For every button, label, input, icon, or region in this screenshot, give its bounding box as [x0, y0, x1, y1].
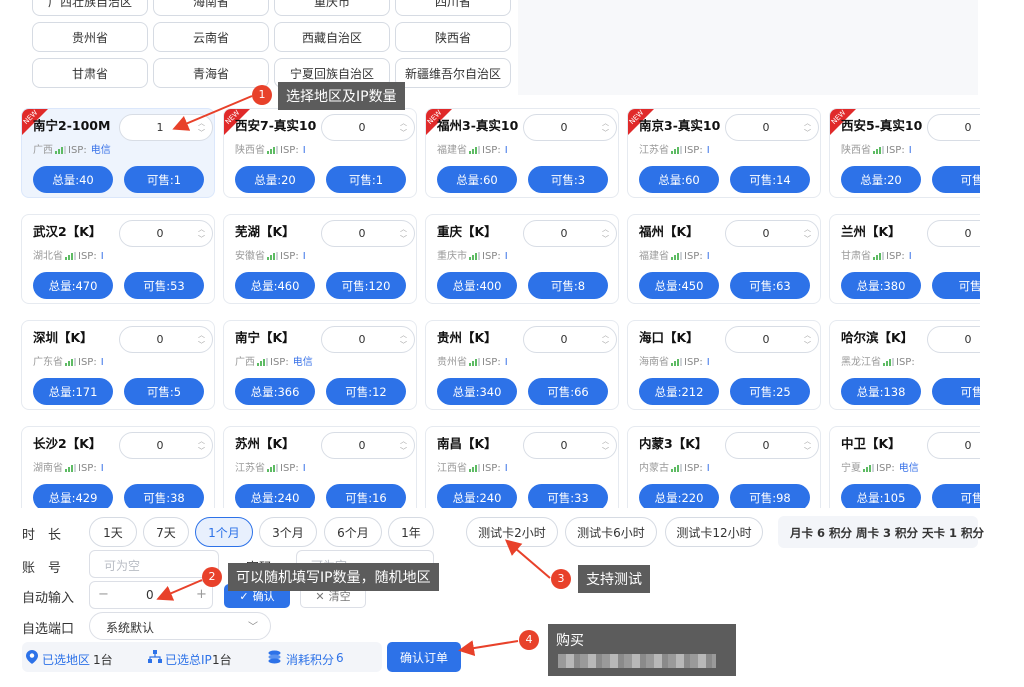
annotation-3-text: 支持测试	[578, 565, 650, 593]
annotation-2-text: 可以随机填写IP数量，随机地区	[228, 563, 439, 591]
arrow-3	[504, 539, 551, 579]
annotation-4-text: 购买	[556, 633, 584, 649]
annotation-1-badge: 1	[252, 85, 272, 105]
annotation-4-box: 购买	[548, 624, 736, 676]
annotation-3-badge: 3	[551, 569, 571, 589]
annotation-4-badge: 4	[519, 630, 539, 650]
redacted-block	[558, 654, 716, 668]
annotation-1-text: 选择地区及IP数量	[278, 82, 405, 110]
arrow-1	[172, 95, 253, 131]
annotation-2-badge: 2	[202, 567, 222, 587]
arrow-2	[156, 579, 203, 601]
annotation-arrows	[156, 95, 551, 656]
arrow-4	[458, 640, 519, 656]
